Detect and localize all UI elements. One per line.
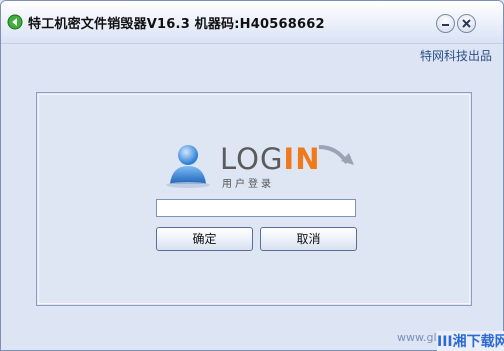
login-title: LOGIN — [220, 142, 320, 176]
app-window: 特工机密文件销毁器V16.3 机器码:H40568662 特网科技出品 LOGI… — [0, 0, 504, 351]
app-icon — [7, 14, 23, 30]
login-subtitle: 用户登录 — [222, 179, 274, 190]
close-button[interactable] — [457, 14, 476, 33]
close-icon — [462, 19, 471, 28]
minimize-button[interactable] — [436, 14, 455, 33]
watermark-brand: III湘下载网 — [437, 331, 504, 351]
password-input[interactable] — [156, 199, 356, 217]
title-bar: 特工机密文件销毁器V16.3 机器码:H40568662 — [1, 1, 503, 44]
window-title: 特工机密文件销毁器V16.3 机器码:H40568662 — [28, 17, 325, 32]
login-title-accent: IN — [283, 142, 321, 176]
login-title-main: LOG — [220, 142, 284, 176]
publisher-label: 特网科技出品 — [419, 49, 492, 63]
ok-button[interactable]: 确定 — [156, 227, 253, 251]
cancel-button[interactable]: 取消 — [260, 227, 357, 251]
minimize-icon — [442, 24, 449, 26]
